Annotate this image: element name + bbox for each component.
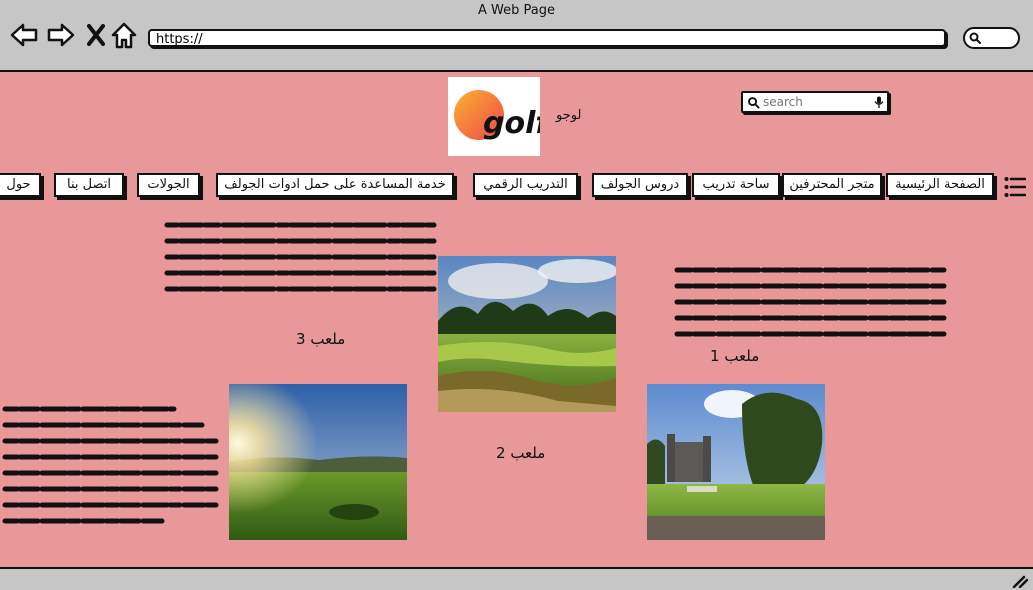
close-icon[interactable] <box>81 20 111 50</box>
search-input[interactable] <box>763 94 873 110</box>
resize-grip-icon[interactable] <box>1012 574 1028 588</box>
window-title: A Web Page <box>478 3 555 18</box>
logo: golf <box>448 77 552 156</box>
search-icon <box>748 97 760 109</box>
search-icon <box>969 32 981 44</box>
page-content: golf لوجو الصفحة الرئيسية متجر المحترفين… <box>0 70 1033 569</box>
address-bar[interactable]: https:// <box>148 29 946 47</box>
home-icon[interactable] <box>109 20 139 50</box>
course-2-caption: ملعب 2 <box>496 444 546 462</box>
nav-home[interactable]: الصفحة الرئيسية <box>886 173 994 197</box>
nav-caddie-service[interactable]: خدمة المساعدة على حمل ادوات الجولف <box>216 173 454 197</box>
course-2-description-placeholder <box>2 406 219 524</box>
nav-digital-training[interactable]: التدريب الرقمي <box>473 173 578 197</box>
nav-contact[interactable]: اتصل بنا <box>54 173 124 197</box>
nav-tours[interactable]: الجولات <box>137 173 200 197</box>
nav-driving-range[interactable]: ساحة تدريب <box>692 173 780 197</box>
browser-titlebar: A Web Page https:// <box>0 0 1033 70</box>
golf-course-photo-sunrise <box>229 384 407 540</box>
logo-label: لوجو <box>556 108 582 123</box>
nav-golf-lessons[interactable]: دروس الجولف <box>592 173 688 197</box>
course-3-caption: ملعب 3 <box>296 330 346 348</box>
course-1-description-placeholder <box>674 267 947 337</box>
course-1-caption: ملعب 1 <box>710 347 760 365</box>
course-3-description-placeholder <box>164 222 437 292</box>
browser-statusbar <box>0 569 1033 590</box>
back-arrow-icon[interactable] <box>9 20 39 50</box>
golf-course-photo-center <box>438 256 616 412</box>
golf-course-photo-castle <box>647 384 825 540</box>
logo-text: golf <box>483 106 540 141</box>
menu-icon[interactable] <box>1004 176 1026 198</box>
nav-about[interactable]: حول <box>0 173 41 197</box>
forward-arrow-icon[interactable] <box>46 20 76 50</box>
microphone-icon[interactable] <box>874 96 884 109</box>
browser-search-pill[interactable] <box>963 27 1020 49</box>
site-search[interactable] <box>741 91 889 113</box>
nav-pro-shop[interactable]: متجر المحترفين <box>782 173 882 197</box>
